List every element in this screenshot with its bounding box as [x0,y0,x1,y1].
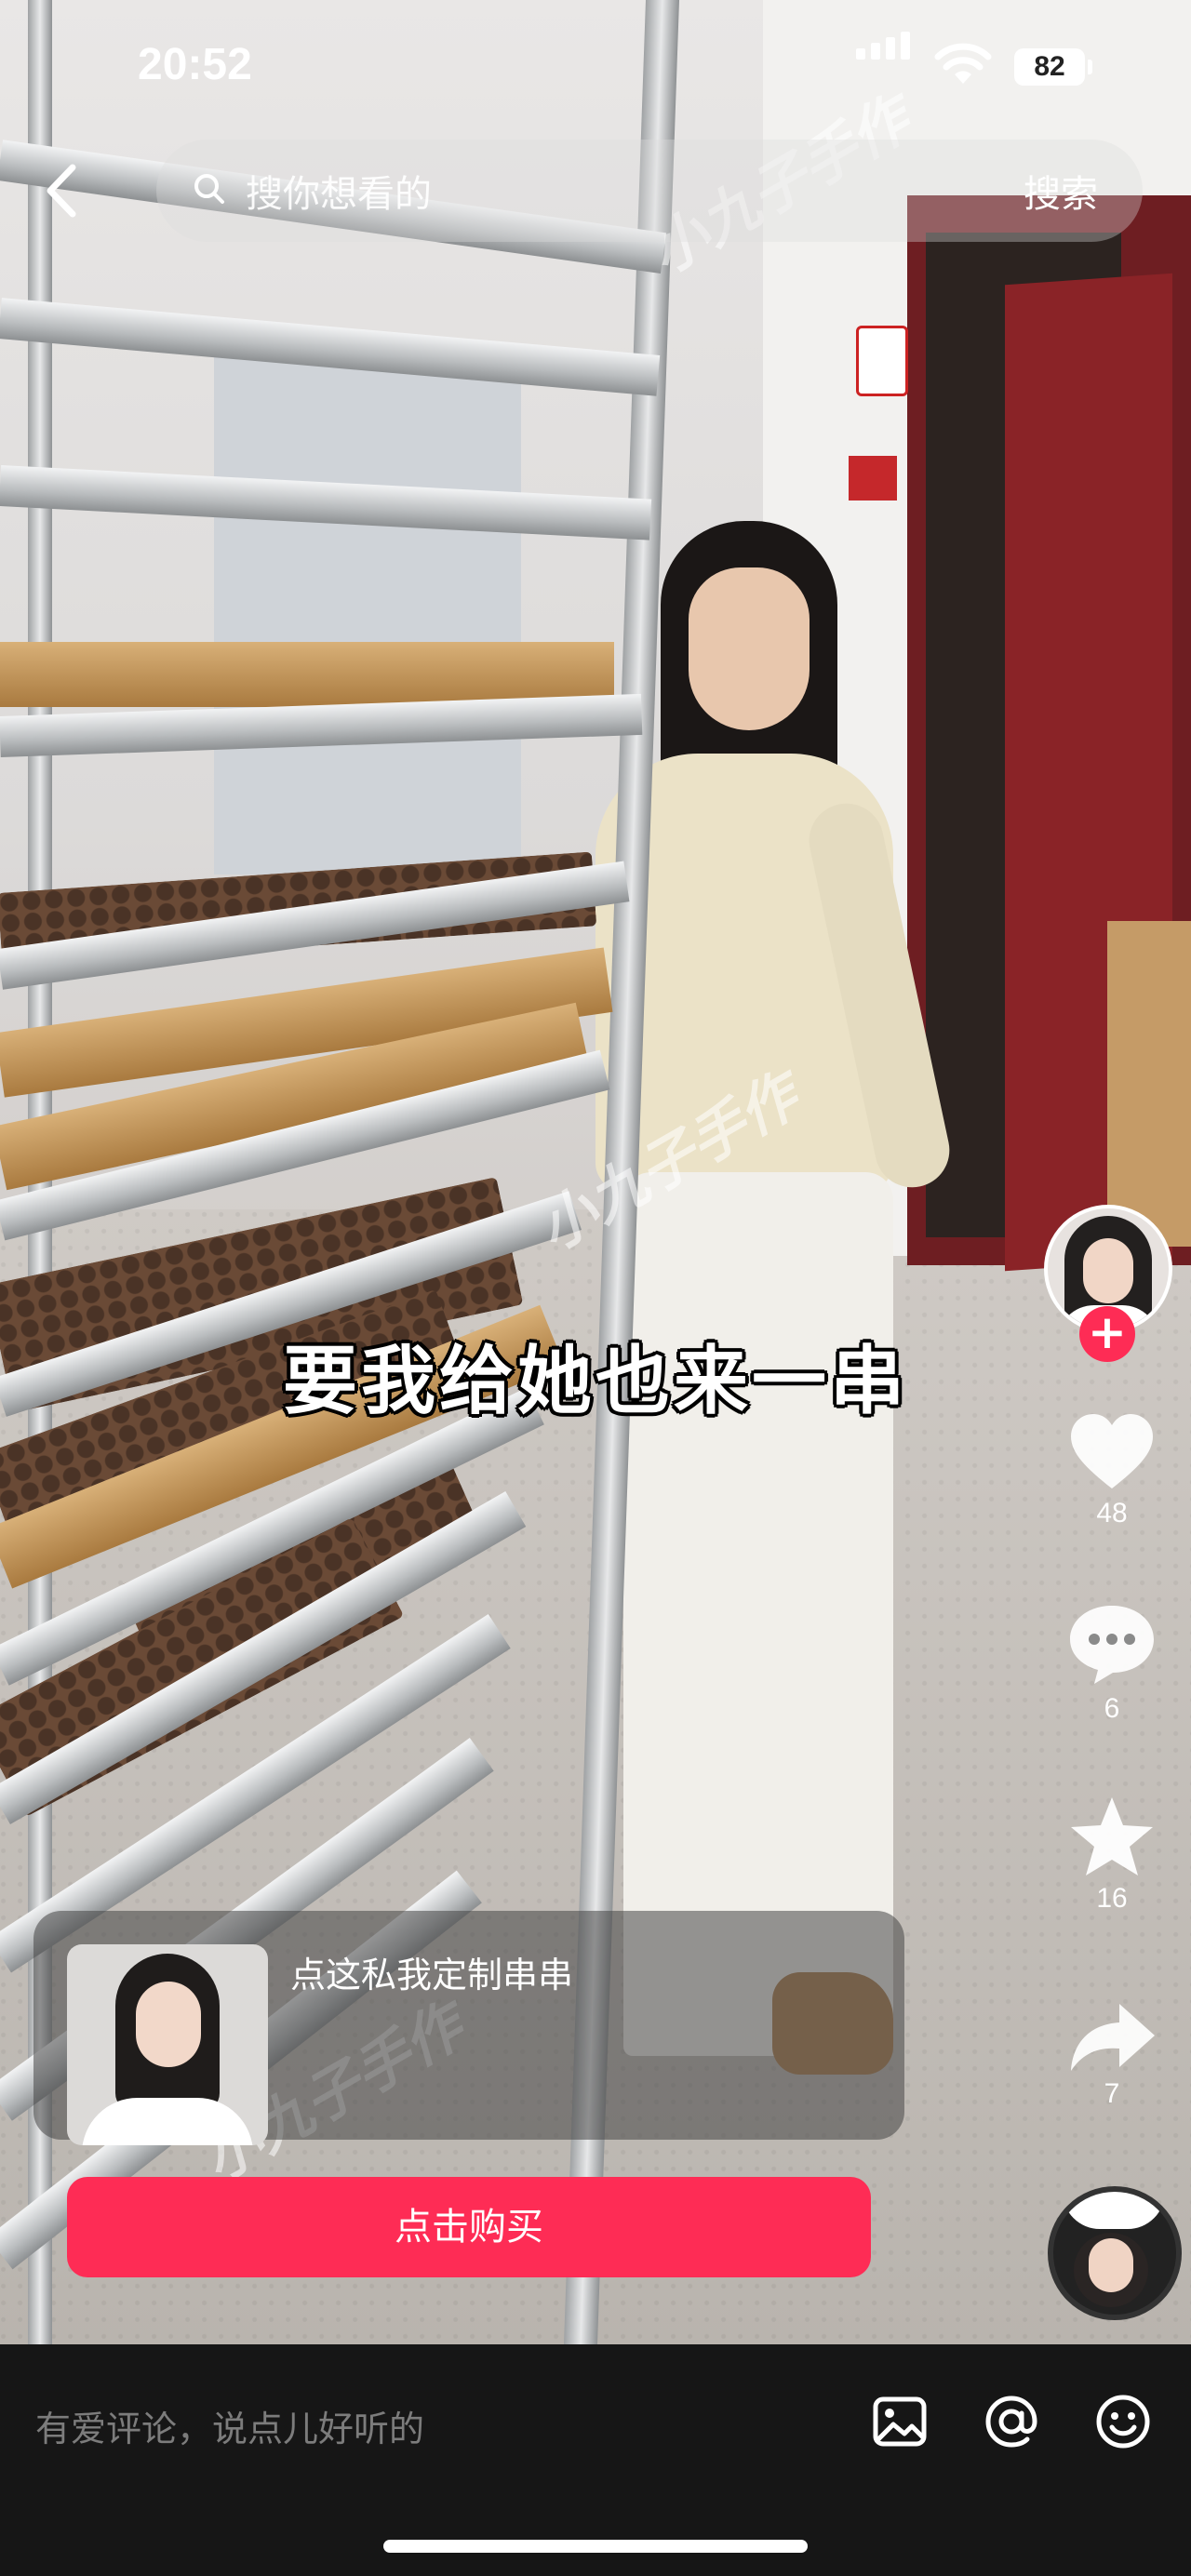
no-smoking-sign [856,326,908,396]
promo-card[interactable]: 点这私我定制串串 [33,1911,904,2145]
buy-button[interactable]: 点击购买 [67,2177,871,2277]
search-icon [194,174,224,204]
wifi-icon [934,43,992,84]
heart-icon [1071,1414,1153,1488]
share-button[interactable]: 7 [1061,2000,1163,2110]
rack-bar [0,298,661,396]
search-bar[interactable]: 搜你想看的 搜索 [156,140,1143,242]
favorite-button[interactable]: 16 [1061,1795,1163,1915]
image-icon[interactable] [871,2393,929,2450]
promo-thumbnail[interactable] [67,1944,268,2145]
battery-indicator: 82 [1014,48,1092,86]
promo-text[interactable]: 点这私我定制串串 [290,1946,573,1997]
like-button[interactable]: 48 [1061,1412,1163,1529]
comment-button[interactable]: 6 [1061,1602,1163,1725]
star-icon [1071,1797,1153,1875]
follow-plus-icon[interactable]: + [1079,1306,1135,1362]
wall-sign [849,456,897,501]
video-caption: 要我给她也来一串 [283,1338,908,1424]
favorite-count: 16 [1096,1883,1128,1914]
home-indicator[interactable] [383,2540,808,2553]
comment-input[interactable]: 有爱评论，说点儿好听的 [35,2400,424,2451]
music-disc[interactable] [1048,2186,1182,2320]
search-button[interactable]: 搜索 [1024,164,1098,218]
comment-count: 6 [1104,1693,1120,1724]
comment-icon [1070,1606,1154,1684]
rack-bar [0,465,652,541]
like-count: 48 [1096,1498,1128,1528]
search-input[interactable]: 搜你想看的 [246,164,432,218]
status-bar: 20:52 82 [0,0,1191,140]
face [689,567,810,730]
back-arrow-icon[interactable] [39,158,86,223]
at-icon[interactable] [983,2393,1040,2450]
comment-bar: 有爱评论，说点儿好听的 [0,2344,1191,2576]
clock: 20:52 [138,40,252,89]
share-icon [1071,2004,1155,2071]
share-count: 7 [1104,2078,1120,2109]
cardboard-boxes [1107,921,1191,1247]
emoji-icon[interactable] [1094,2393,1152,2450]
